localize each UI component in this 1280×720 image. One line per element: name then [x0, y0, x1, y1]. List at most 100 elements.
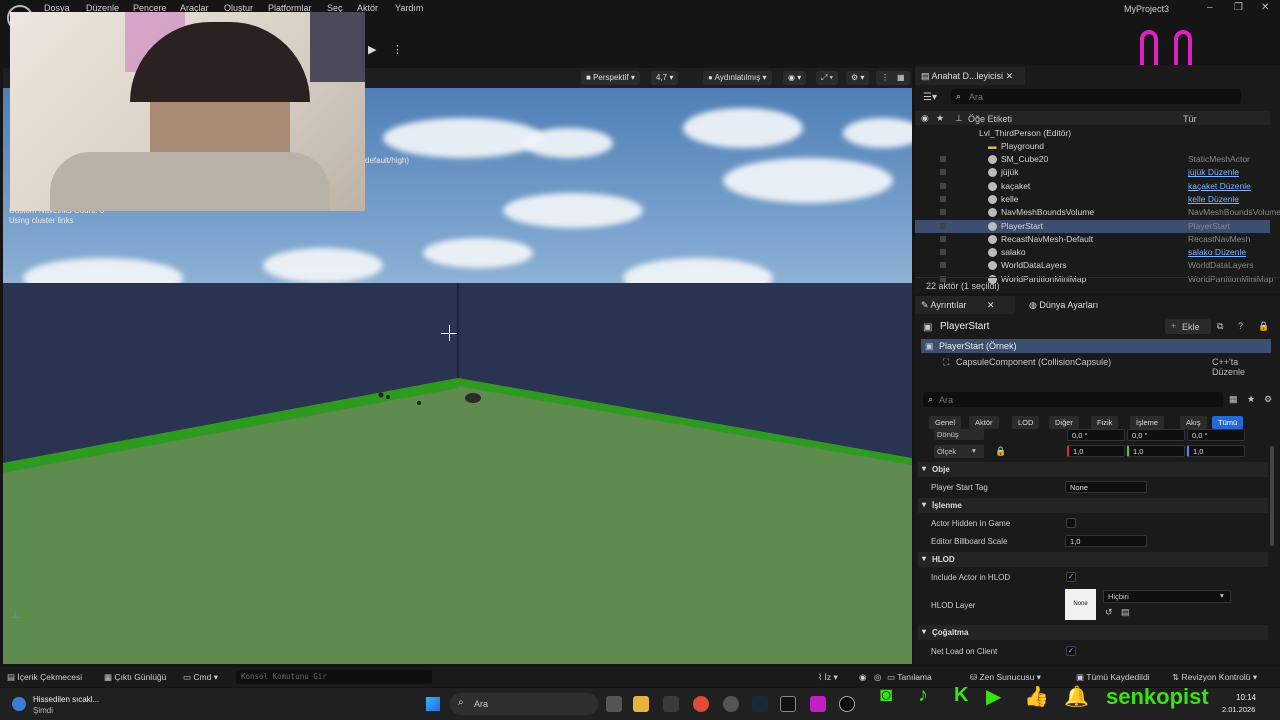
taskbar-search[interactable]: ⌕ Ara	[450, 693, 598, 715]
favorite-icon[interactable]: ★	[1247, 394, 1255, 405]
zen-server-button[interactable]: ⛁ Zen Sunucusu ▾	[970, 672, 1041, 683]
output-log-button[interactable]: ▦ Çıktı Günlüğü	[104, 672, 166, 683]
details-search-input[interactable]: ⌕ Ara	[923, 392, 1223, 407]
filter-chip[interactable]: Aktör	[969, 416, 999, 429]
outliner-row[interactable]: kelle kelle Düzenle	[915, 193, 1270, 206]
cpp-edit-link[interactable]: C++'ta Düzenle	[1212, 357, 1271, 377]
steam-icon[interactable]	[752, 696, 768, 712]
chrome-icon[interactable]	[693, 696, 709, 712]
edit-blueprint-link[interactable]: kelle Düzenle	[1188, 194, 1239, 204]
hlod-layer-dropdown[interactable]: Hiçbiri ▾	[1103, 590, 1231, 603]
filter-chip[interactable]: Genel	[929, 416, 962, 429]
task-view-icon[interactable]	[606, 696, 622, 712]
app-icon[interactable]	[810, 696, 826, 712]
store-icon[interactable]	[663, 696, 679, 712]
outliner-level-row[interactable]: Lvl_ThirdPerson (Editör)	[915, 127, 1270, 140]
outliner-row[interactable]: RecastNavMesh-Default RecastNavMesh	[915, 233, 1270, 246]
component-row[interactable]: ⛶ CapsuleComponent (CollisionCapsule) C+…	[921, 355, 1271, 377]
actor-hidden-checkbox[interactable]	[1066, 518, 1076, 528]
menu-help[interactable]: Yardım	[395, 3, 423, 13]
github-icon[interactable]	[723, 696, 739, 712]
section-hlod[interactable]: ▾ HLOD	[918, 552, 1268, 567]
unreal-engine-icon[interactable]	[839, 696, 855, 712]
scale-y-field[interactable]: 1,0	[1127, 445, 1185, 457]
visibility-icon[interactable]	[940, 195, 946, 202]
filter-chip[interactable]: Tümü	[1212, 416, 1244, 429]
help-icon[interactable]: ?	[1238, 321, 1243, 331]
windows-start-icon[interactable]	[426, 697, 440, 711]
camera-icon[interactable]: ◎	[874, 672, 881, 683]
layout-icon[interactable]: ▦	[892, 71, 910, 85]
visibility-icon[interactable]	[940, 222, 946, 229]
add-component-button[interactable]: + Ekle	[1165, 319, 1211, 334]
edit-blueprint-link[interactable]: jüjük Düzenle	[1188, 167, 1239, 177]
trace-button[interactable]: ⌇ İz ▾	[818, 672, 838, 683]
rotation-z-field[interactable]: 0,0 °	[1187, 429, 1245, 441]
lock-icon[interactable]: 🔒	[1258, 321, 1269, 332]
hlod-layer-thumbnail[interactable]: None	[1065, 589, 1096, 620]
console-input[interactable]: Konsol Komutunu Gir	[236, 670, 432, 684]
snap-icon[interactable]: ⤢ ▾	[816, 71, 838, 85]
outliner-row[interactable]: WorldDataLayers WorldDataLayers	[915, 259, 1270, 272]
saved-status[interactable]: ▣ Tümü Kaydedildi	[1076, 672, 1150, 683]
rotation-y-field[interactable]: 0,0 °	[1127, 429, 1185, 441]
record-icon[interactable]: ◉	[859, 672, 866, 683]
epic-games-icon[interactable]	[780, 696, 796, 712]
rotation-x-field[interactable]: 0,0 °	[1067, 429, 1125, 441]
filter-chip[interactable]: Diğer	[1049, 416, 1079, 429]
section-object[interactable]: ▾ Obje	[918, 462, 1268, 477]
browse-folder-icon[interactable]: ▤	[1121, 607, 1130, 618]
tab-details[interactable]: ✎ Ayrıntılar ✕	[915, 296, 1015, 314]
player-start-tag-field[interactable]: None	[1065, 481, 1147, 493]
visibility-icon[interactable]	[940, 169, 946, 176]
visibility-icon[interactable]	[940, 209, 946, 216]
billboard-scale-field[interactable]: 1,0	[1065, 535, 1147, 547]
details-scrollbar[interactable]	[1270, 446, 1274, 546]
perspective-button[interactable]: ■ Perspektif ▾	[581, 71, 640, 85]
play-icon[interactable]: ▶	[368, 43, 376, 56]
instance-row[interactable]: ▣ PlayerStart (Örnek)	[921, 339, 1271, 353]
outliner-row[interactable]: jüjük jüjük Düzenle	[915, 166, 1270, 179]
close-icon[interactable]: ✕	[987, 300, 995, 310]
weather-title[interactable]: Hissedilen sıcakl...	[33, 695, 99, 704]
reset-icon[interactable]: ↺	[1105, 607, 1113, 618]
lock-icon[interactable]: 🔒	[995, 446, 1006, 457]
close-icon[interactable]: ✕	[1006, 71, 1014, 81]
outliner-search-input[interactable]: ⌕ Ara	[951, 89, 1241, 104]
visibility-icon[interactable]	[940, 235, 946, 242]
filter-icon[interactable]: ☰▾	[923, 92, 937, 103]
lighting-button[interactable]: ● Aydınlatılmış ▾	[703, 71, 772, 85]
scale-dropdown[interactable]: Ölçek ▾	[934, 445, 984, 458]
net-load-checkbox[interactable]: ✓	[1066, 646, 1076, 656]
visibility-icon[interactable]	[940, 182, 946, 189]
settings-icon[interactable]: ⚙ ▾	[846, 71, 870, 85]
settings-icon[interactable]: ⚙	[1264, 394, 1272, 405]
more-options-icon[interactable]: ⋮	[392, 43, 403, 56]
outliner-folder-row[interactable]: ▬ Playground	[915, 140, 1270, 153]
filter-chip[interactable]: Akış	[1180, 416, 1207, 429]
edit-blueprint-link[interactable]: salako Düzenle	[1188, 247, 1246, 257]
visibility-icon[interactable]	[940, 249, 946, 256]
include-hlod-checkbox[interactable]: ✓	[1066, 572, 1076, 582]
close-icon[interactable]: ✕	[1261, 2, 1269, 13]
section-rendering[interactable]: ▾ İşlenme	[918, 498, 1268, 513]
scale-z-field[interactable]: 1,0	[1187, 445, 1245, 457]
file-explorer-icon[interactable]	[633, 696, 649, 712]
outliner-row[interactable]: SM_Cube20 StaticMeshActor	[915, 153, 1270, 166]
edit-blueprint-link[interactable]: kaçaket Düzenle	[1188, 181, 1251, 191]
weather-icon[interactable]	[12, 697, 26, 711]
tab-world-settings[interactable]: ◍ Dünya Ayarları	[1023, 296, 1104, 314]
show-icon[interactable]: ◉ ▾	[783, 71, 807, 85]
outliner-row[interactable]: PlayerStart PlayerStart	[915, 219, 1270, 233]
tab-outliner[interactable]: ▤ Anahat D...leyicisi ✕	[915, 67, 1025, 85]
filter-chip[interactable]: LOD	[1012, 416, 1040, 429]
filter-chip[interactable]: İşleme	[1130, 416, 1165, 429]
fov-button[interactable]: 4,7 ▾	[651, 71, 679, 85]
maximize-icon[interactable]: ❐	[1234, 2, 1243, 13]
scale-x-field[interactable]: 1,0	[1067, 445, 1125, 457]
minimize-icon[interactable]: –	[1207, 2, 1213, 13]
cmd-dropdown[interactable]: ▭ Cmd ▾	[183, 672, 218, 683]
diagnostics-button[interactable]: ▭ Tanılama	[887, 672, 932, 683]
outliner-row[interactable]: NavMeshBoundsVolume NavMeshBoundsVolume	[915, 206, 1280, 219]
filter-chip[interactable]: Fizik	[1091, 416, 1119, 429]
